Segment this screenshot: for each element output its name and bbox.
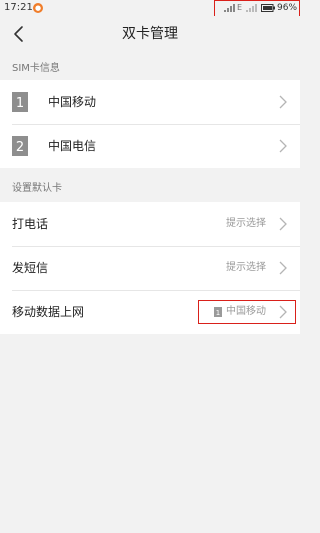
app-notification-icon: ● [33,3,43,13]
header: 双卡管理 [0,16,300,52]
list-item-value: 中国移动 [226,306,266,317]
list-item-sim-1[interactable]: 1 中国移动 [0,80,300,124]
section-header-default-card: 设置默认卡 [12,183,62,194]
battery-icon [261,4,275,12]
sim-2-icon: 2 [12,136,28,156]
page-title: 双卡管理 [122,26,178,42]
chevron-right-icon [279,139,287,153]
sim-1-icon: 1 [12,92,28,112]
sim-1-small-icon: 1 [214,307,222,317]
list-item-value: 提示选择 [226,262,266,273]
network-type-label: E [237,3,243,12]
chevron-right-icon [279,305,287,319]
list-item-label: 移动数据上网 [12,305,85,319]
list-item-value: 提示选择 [226,218,266,229]
default-card-list: 打电话 提示选择 发短信 提示选择 移动数据上网 1 中国移动 [0,202,300,334]
sim-card-list: 1 中国移动 2 中国电信 [0,80,300,168]
status-time: 17:21 [4,2,33,13]
list-item-mobile-data[interactable]: 移动数据上网 1 中国移动 [0,290,300,334]
battery-percentage: 96% [277,3,298,13]
sim-2-badge-number: 2 [16,140,24,155]
chevron-right-icon [279,261,287,275]
list-item-sms[interactable]: 发短信 提示选择 [0,246,300,290]
section-header-sim-info: SIM卡信息 [12,63,60,74]
signal-strength-2-icon [246,4,257,12]
list-item-sim-2[interactable]: 2 中国电信 [0,124,300,168]
sim-1-badge-number: 1 [16,96,24,111]
list-item-label: 打电话 [12,217,49,231]
signal-strength-icon [224,4,235,12]
list-item-call[interactable]: 打电话 提示选择 [0,202,300,246]
list-item-label: 中国电信 [48,139,97,153]
status-bar: 17:21 ● E 96% [0,0,300,17]
list-item-label: 中国移动 [48,95,97,109]
chevron-right-icon [279,95,287,109]
chevron-right-icon [279,217,287,231]
list-item-label: 发短信 [12,261,49,275]
sim-badge-number: 1 [216,309,220,317]
